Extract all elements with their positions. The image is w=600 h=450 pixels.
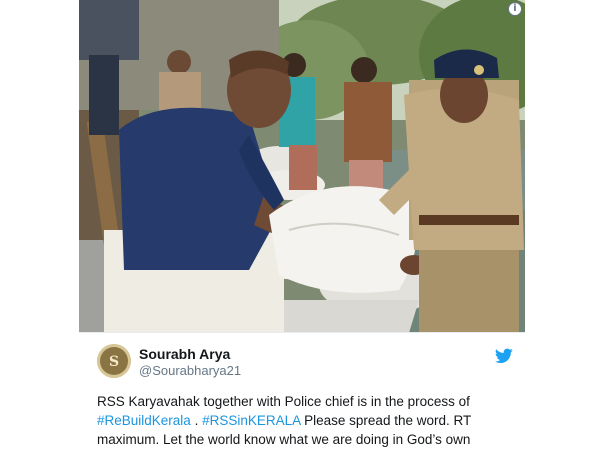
author-name[interactable]: Sourabh Arya xyxy=(139,346,230,362)
twitter-bird-icon[interactable] xyxy=(495,348,513,364)
tweet-text-line-2: #ReBuildKerala . #RSSinKERALA Please spr… xyxy=(97,411,517,430)
author-handle[interactable]: @Sourabharya21 xyxy=(139,363,241,378)
info-icon[interactable]: i xyxy=(508,2,522,16)
hashtag-separator: . xyxy=(190,413,203,428)
hashtag-rssinkerala[interactable]: #RSSinKERALA xyxy=(202,413,300,428)
avatar[interactable]: S xyxy=(97,344,131,378)
tweet-text-line-2-rest: Please spread the word. RT xyxy=(300,413,472,428)
tweet-text: RSS Karyavahak together with Police chie… xyxy=(97,392,517,449)
tweet-card[interactable]: i S Sourabh Arya @Sourabharya21 RSS Kary… xyxy=(79,0,525,450)
tweet-text-line-3: maximum. Let the world know what we are … xyxy=(97,432,471,447)
tweet-photo[interactable]: i xyxy=(79,0,525,333)
tweet-text-line-1: RSS Karyavahak together with Police chie… xyxy=(97,394,470,409)
tweet-author[interactable]: S Sourabh Arya @Sourabharya21 xyxy=(97,344,517,380)
flood-relief-photo xyxy=(79,0,525,332)
svg-text:S: S xyxy=(109,354,119,370)
hashtag-rebuildkerala[interactable]: #ReBuildKerala xyxy=(97,413,191,428)
